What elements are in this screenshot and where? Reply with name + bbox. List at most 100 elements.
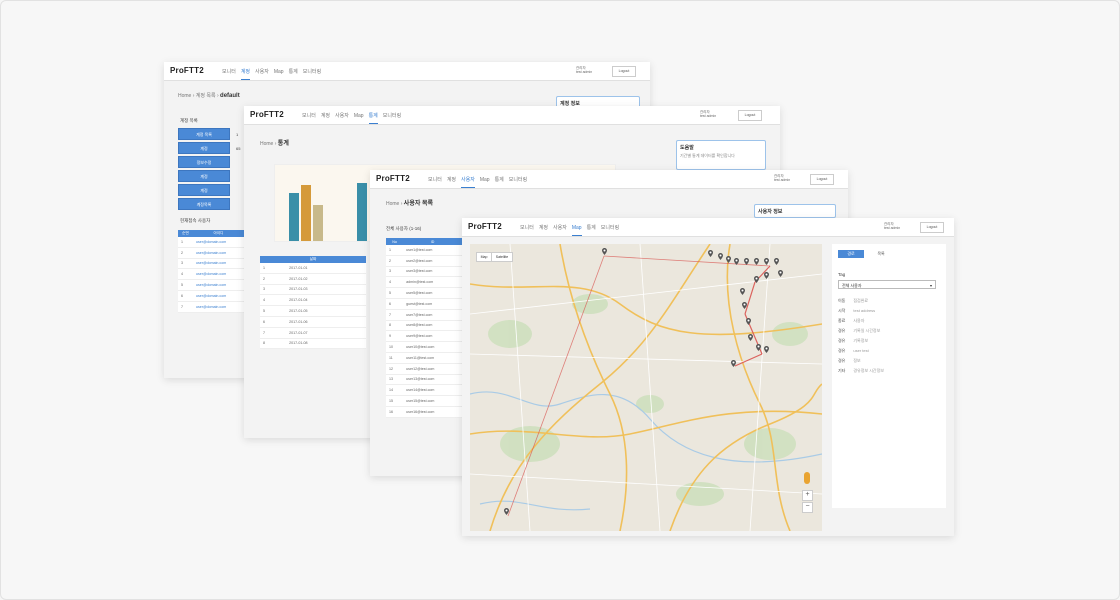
- row-user[interactable]: admin@test.com: [403, 276, 462, 289]
- table-row[interactable]: 2 user@domain.com: [178, 247, 244, 259]
- menu-item-active[interactable]: 통계: [368, 112, 378, 124]
- menu-item-active[interactable]: 계정: [240, 68, 251, 80]
- map-pin-icon[interactable]: [734, 258, 739, 265]
- breadcrumb-home[interactable]: Home: [178, 93, 191, 99]
- route-item[interactable]: 이동 점검완료: [838, 298, 868, 304]
- row-user[interactable]: user13@test.com: [403, 374, 462, 386]
- table-row[interactable]: 5 2017-01-05: [260, 305, 366, 317]
- row-user[interactable]: user12@test.com: [403, 363, 462, 375]
- table-row[interactable]: 6 user@domain.com: [178, 290, 244, 302]
- row-user[interactable]: user8@test.com: [403, 320, 462, 332]
- table-row[interactable]: 2 2017-01-02: [260, 273, 366, 285]
- route-item[interactable]: 종료 사용자: [838, 318, 864, 324]
- tab-route[interactable]: 경로: [838, 250, 864, 258]
- menu-item[interactable]: 모니터: [520, 224, 534, 235]
- menu-item[interactable]: Map: [274, 69, 284, 79]
- table-row[interactable]: 3 user3@test.com: [386, 266, 462, 278]
- row-user[interactable]: user7@test.com: [403, 309, 462, 321]
- menu-item[interactable]: 통계: [289, 68, 298, 79]
- row-user[interactable]: user5@test.com: [403, 287, 462, 299]
- table-row[interactable]: 4 user@domain.com: [178, 268, 244, 281]
- row-user[interactable]: user14@test.com: [403, 384, 462, 397]
- row-user[interactable]: user16@test.com: [403, 406, 462, 418]
- table-row[interactable]: 16 user16@test.com: [386, 406, 462, 418]
- col-header[interactable]: ID: [403, 238, 462, 245]
- user-select[interactable]: 전체 사용자 ▾: [838, 280, 936, 289]
- map-pin-icon[interactable]: [740, 288, 745, 295]
- route-item[interactable]: 경유 기록일 시간정보: [838, 328, 880, 334]
- map-pin-icon[interactable]: [726, 256, 731, 263]
- table-row[interactable]: 4 admin@test.com: [386, 276, 462, 289]
- row-user[interactable]: user15@test.com: [403, 395, 462, 407]
- table-row[interactable]: 9 user9@test.com: [386, 330, 462, 343]
- table-row[interactable]: 8 2017-01-08: [260, 338, 366, 350]
- map-pin-icon[interactable]: [764, 258, 769, 265]
- row-user[interactable]: user10@test.com: [403, 341, 462, 353]
- menu-item[interactable]: 사용자: [255, 68, 269, 79]
- map-pin-icon[interactable]: [708, 250, 713, 257]
- table-row[interactable]: 7 user@domain.com: [178, 301, 244, 313]
- table-row[interactable]: 1 2017-01-01: [260, 263, 366, 274]
- table-row[interactable]: 3 2017-01-03: [260, 284, 366, 296]
- col-header[interactable]: 순번: [178, 230, 193, 237]
- menu-item[interactable]: 계정: [321, 112, 330, 123]
- route-item[interactable]: 경유 정보: [838, 358, 861, 364]
- route-item[interactable]: 경유 기록정보: [838, 338, 868, 344]
- row-user[interactable]: user@domain.com: [192, 258, 244, 270]
- map-pin-icon[interactable]: [718, 253, 723, 260]
- map-pin-icon[interactable]: [764, 346, 769, 353]
- map-pin-icon[interactable]: [748, 334, 753, 341]
- menu-item[interactable]: 통계: [495, 176, 504, 187]
- menu-item[interactable]: 모니터링: [383, 112, 401, 123]
- logout-button[interactable]: Logout: [612, 66, 636, 77]
- table-row[interactable]: 13 user13@test.com: [386, 374, 462, 386]
- menu-item[interactable]: 계정: [539, 224, 548, 235]
- table-row[interactable]: 3 user@domain.com: [178, 258, 244, 270]
- menu-item[interactable]: 계정: [447, 176, 456, 187]
- table-row[interactable]: 2 user2@test.com: [386, 255, 462, 267]
- table-row[interactable]: 5 user@domain.com: [178, 279, 244, 291]
- breadcrumb-home[interactable]: Home: [386, 201, 399, 207]
- row-user[interactable]: user1@test.com: [403, 245, 462, 256]
- map-pin-icon[interactable]: [744, 258, 749, 265]
- table-row[interactable]: 1 user1@test.com: [386, 245, 462, 256]
- table-row[interactable]: 6 2017-01-06: [260, 316, 366, 328]
- table-row[interactable]: 8 user8@test.com: [386, 320, 462, 332]
- table-row[interactable]: 1 user@domain.com: [178, 237, 244, 248]
- row-user[interactable]: user3@test.com: [403, 266, 462, 278]
- menu-item[interactable]: Map: [480, 177, 490, 187]
- table-row[interactable]: 6 guest@test.com: [386, 298, 462, 310]
- menu-item[interactable]: 모니터링: [601, 224, 619, 235]
- menu-item[interactable]: 모니터: [302, 112, 316, 123]
- map-pin-icon[interactable]: [731, 360, 736, 367]
- map-pin-icon[interactable]: [746, 318, 751, 325]
- menu-item[interactable]: 모니터: [222, 68, 236, 79]
- table-row[interactable]: 7 2017-01-07: [260, 327, 366, 339]
- table-row[interactable]: 4 2017-01-04: [260, 294, 366, 307]
- menu-item-active[interactable]: 사용자: [461, 176, 475, 188]
- row-user[interactable]: user@domain.com: [192, 301, 244, 313]
- side-menu-button[interactable]: 계정: [178, 184, 230, 196]
- map-tiles[interactable]: [470, 244, 822, 531]
- zoom-out-button[interactable]: −: [802, 502, 813, 513]
- row-user[interactable]: user@domain.com: [192, 279, 244, 291]
- map-pin-icon[interactable]: [504, 508, 509, 515]
- zoom-in-button[interactable]: +: [802, 490, 813, 501]
- menu-item[interactable]: 모니터: [428, 176, 442, 187]
- table-row[interactable]: 15 user15@test.com: [386, 395, 462, 407]
- menu-item[interactable]: 모니터링: [303, 68, 321, 79]
- map-pin-icon[interactable]: [756, 344, 761, 351]
- route-map[interactable]: Map Satellite + −: [470, 244, 822, 531]
- logout-button[interactable]: Logout: [810, 174, 834, 185]
- row-user[interactable]: user9@test.com: [403, 330, 462, 343]
- side-menu-button[interactable]: 정보수정: [178, 156, 230, 168]
- map-pin-icon[interactable]: [774, 258, 779, 265]
- map-type-button[interactable]: Map: [476, 252, 492, 262]
- tab-list[interactable]: 목록: [868, 250, 894, 258]
- breadcrumb-mid[interactable]: 계정 목록: [196, 93, 216, 99]
- map-pin-icon[interactable]: [742, 302, 747, 309]
- row-user[interactable]: user@domain.com: [192, 237, 244, 248]
- row-user[interactable]: user@domain.com: [192, 290, 244, 302]
- route-item[interactable]: 시작 test address: [838, 308, 875, 314]
- table-row[interactable]: 14 user14@test.com: [386, 384, 462, 397]
